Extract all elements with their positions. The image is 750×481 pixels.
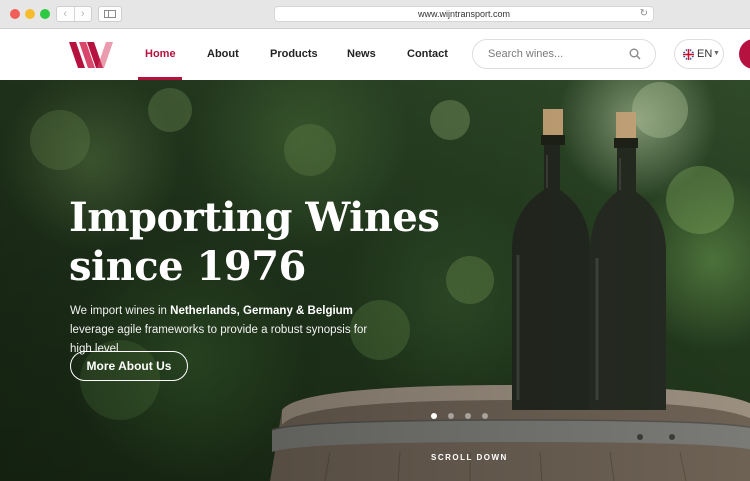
- hero-subtitle-countries: Netherlands, Germany & Belgium: [170, 305, 353, 317]
- nav-item-products-label: Products: [270, 48, 318, 60]
- close-window-button[interactable]: [10, 9, 20, 19]
- uk-flag-icon: [683, 49, 694, 60]
- back-icon[interactable]: ‹: [57, 7, 75, 21]
- slider-dot[interactable]: [482, 413, 488, 419]
- sidebar-toggle-button[interactable]: [98, 6, 122, 22]
- header-action-button[interactable]: [739, 39, 750, 69]
- forward-icon[interactable]: ›: [75, 7, 92, 21]
- language-label: EN: [697, 48, 713, 60]
- search-icon[interactable]: [629, 48, 641, 60]
- slider-dot[interactable]: [431, 413, 437, 419]
- chevron-down-icon: ▼: [713, 50, 720, 57]
- nav-item-products[interactable]: Products▼: [270, 29, 318, 109]
- nav-item-contact[interactable]: Contact: [407, 29, 448, 80]
- sidebar-icon: [104, 10, 116, 18]
- slider-pagination: [431, 413, 488, 419]
- hero-title-line2: since 1976: [69, 243, 306, 290]
- brand-logo[interactable]: [69, 38, 123, 70]
- more-about-us-button[interactable]: More About Us: [70, 351, 188, 381]
- hero-subtitle-pre: We import wines in: [70, 305, 171, 317]
- slider-dot[interactable]: [448, 413, 454, 419]
- hero-title: Importing Wines since 1976: [69, 193, 469, 291]
- slider-dot[interactable]: [465, 413, 471, 419]
- url-text: www.wijntransport.com: [417, 9, 511, 19]
- history-nav: ‹ ›: [56, 6, 92, 22]
- address-bar[interactable]: www.wijntransport.com ↻: [274, 6, 654, 22]
- reload-icon[interactable]: ↻: [640, 7, 648, 21]
- scroll-down-link[interactable]: SCROLL DOWN: [431, 453, 508, 462]
- nav-item-about[interactable]: About: [207, 29, 239, 80]
- browser-toolbar: ‹ › www.wijntransport.com ↻: [0, 0, 750, 29]
- site-header: Home About Products▼ News Contact EN ▼: [0, 29, 750, 109]
- nav-item-home[interactable]: Home: [145, 29, 176, 80]
- maximize-window-button[interactable]: [40, 9, 50, 19]
- nav-item-news[interactable]: News: [347, 29, 376, 80]
- language-selector[interactable]: EN ▼: [674, 39, 724, 69]
- hero-title-line1: Importing Wines: [69, 194, 440, 241]
- minimize-window-button[interactable]: [25, 9, 35, 19]
- hero-section: Importing Wines since 1976 We import win…: [0, 80, 750, 481]
- search-box: [472, 39, 656, 69]
- search-input[interactable]: [488, 46, 618, 62]
